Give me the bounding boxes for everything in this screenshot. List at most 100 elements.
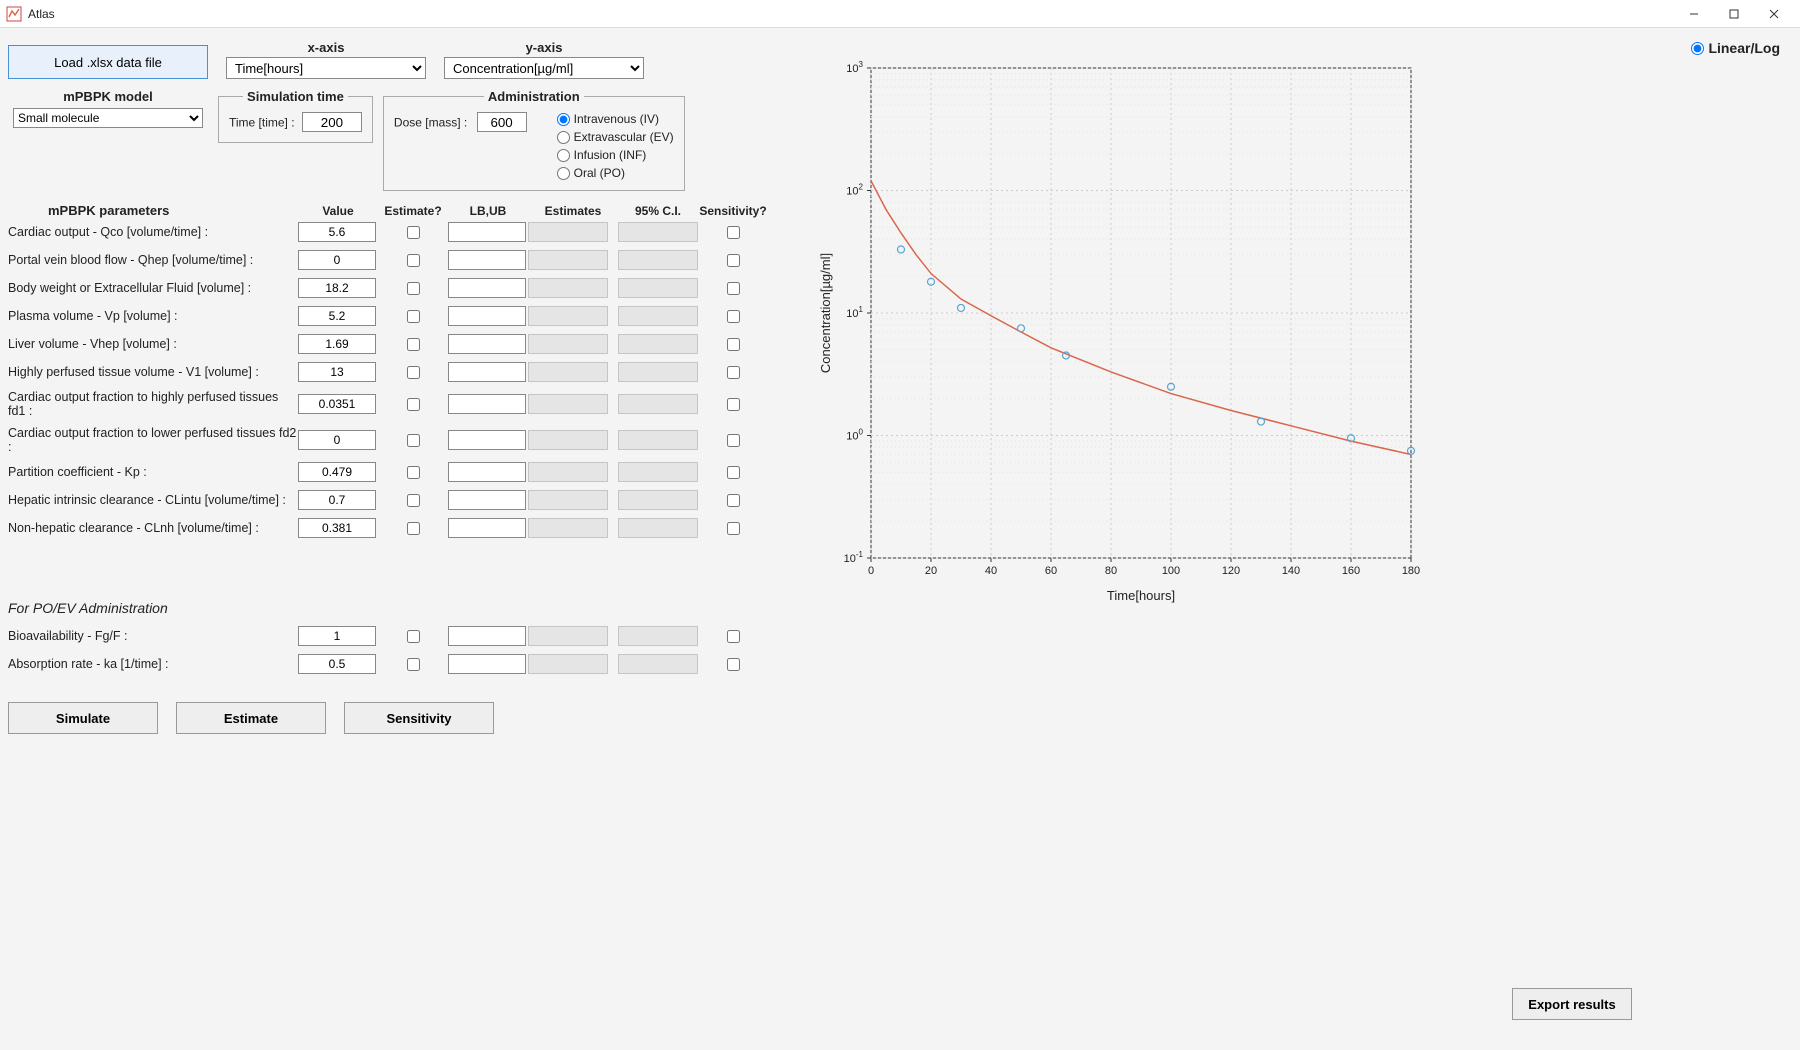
param-value-input[interactable] <box>298 250 376 270</box>
param-estimates-field <box>528 278 608 298</box>
param-sensitivity-checkbox[interactable] <box>727 466 740 479</box>
poev-sensitivity-checkbox[interactable] <box>727 630 740 643</box>
param-estimate-checkbox[interactable] <box>407 254 420 267</box>
param-estimate-checkbox[interactable] <box>407 366 420 379</box>
admin-radio-group: Intravenous (IV) Extravascular (EV) Infu… <box>557 112 674 180</box>
param-value-input[interactable] <box>298 490 376 510</box>
poev-sensitivity-checkbox[interactable] <box>727 658 740 671</box>
param-estimate-checkbox[interactable] <box>407 398 420 411</box>
param-sensitivity-checkbox[interactable] <box>727 254 740 267</box>
export-button[interactable]: Export results <box>1512 988 1632 1020</box>
simtime-legend: Simulation time <box>243 89 348 104</box>
param-sensitivity-checkbox[interactable] <box>727 282 740 295</box>
dose-input[interactable] <box>477 112 527 132</box>
xaxis-select[interactable]: Time[hours] <box>226 57 426 79</box>
param-ci-field <box>618 462 698 482</box>
app-icon <box>6 6 22 22</box>
param-lbub-input[interactable] <box>448 394 526 414</box>
param-estimates-field <box>528 490 608 510</box>
param-sensitivity-checkbox[interactable] <box>727 366 740 379</box>
param-estimate-checkbox[interactable] <box>407 522 420 535</box>
poev-lbub-input[interactable] <box>448 626 526 646</box>
param-sensitivity-checkbox[interactable] <box>727 338 740 351</box>
param-estimates-field <box>528 430 608 450</box>
param-estimate-checkbox[interactable] <box>407 310 420 323</box>
param-estimate-checkbox[interactable] <box>407 466 420 479</box>
sensitivity-button[interactable]: Sensitivity <box>344 702 494 734</box>
window-title: Atlas <box>28 7 55 21</box>
admin-radio-iv[interactable] <box>557 113 570 126</box>
param-lbub-input[interactable] <box>448 362 526 382</box>
poev-header: For PO/EV Administration <box>8 600 808 616</box>
admin-radio-po[interactable] <box>557 167 570 180</box>
param-value-input[interactable] <box>298 394 376 414</box>
param-estimates-field <box>528 306 608 326</box>
param-lbub-input[interactable] <box>448 462 526 482</box>
yaxis-select[interactable]: Concentration[µg/ml] <box>444 57 644 79</box>
param-estimates-field <box>528 222 608 242</box>
param-value-input[interactable] <box>298 222 376 242</box>
svg-text:80: 80 <box>1105 565 1117 577</box>
param-estimate-checkbox[interactable] <box>407 494 420 507</box>
svg-text:100: 100 <box>846 428 863 443</box>
param-lbub-input[interactable] <box>448 518 526 538</box>
param-value-input[interactable] <box>298 306 376 326</box>
param-sensitivity-checkbox[interactable] <box>727 494 740 507</box>
param-lbub-input[interactable] <box>448 278 526 298</box>
param-ci-field <box>618 278 698 298</box>
param-sensitivity-checkbox[interactable] <box>727 522 740 535</box>
param-label: Portal vein blood flow - Qhep [volume/ti… <box>8 253 298 267</box>
simtime-input[interactable] <box>302 112 362 132</box>
admin-radio-po-label: Oral (PO) <box>574 166 625 180</box>
param-ci-field <box>618 518 698 538</box>
param-estimate-checkbox[interactable] <box>407 434 420 447</box>
param-estimate-checkbox[interactable] <box>407 338 420 351</box>
param-value-input[interactable] <box>298 462 376 482</box>
maximize-button[interactable] <box>1714 2 1754 26</box>
poev-lbub-input[interactable] <box>448 654 526 674</box>
admin-radio-ev[interactable] <box>557 131 570 144</box>
param-row: Portal vein blood flow - Qhep [volume/ti… <box>8 250 808 270</box>
param-ci-field <box>618 306 698 326</box>
param-label: Cardiac output fraction to lower perfuse… <box>8 426 298 454</box>
admin-radio-inf[interactable] <box>557 149 570 162</box>
linlog-radio[interactable] <box>1691 42 1704 55</box>
estimate-button[interactable]: Estimate <box>176 702 326 734</box>
linlog-toggle[interactable]: Linear/Log <box>1691 40 1780 56</box>
param-value-input[interactable] <box>298 518 376 538</box>
param-estimate-checkbox[interactable] <box>407 226 420 239</box>
param-lbub-input[interactable] <box>448 222 526 242</box>
param-lbub-input[interactable] <box>448 250 526 270</box>
param-value-input[interactable] <box>298 334 376 354</box>
param-value-input[interactable] <box>298 278 376 298</box>
load-data-button[interactable]: Load .xlsx data file <box>8 45 208 79</box>
param-label: Non-hepatic clearance - CLnh [volume/tim… <box>8 521 298 535</box>
param-label: Body weight or Extracellular Fluid [volu… <box>8 281 298 295</box>
param-lbub-input[interactable] <box>448 490 526 510</box>
param-lbub-input[interactable] <box>448 430 526 450</box>
param-value-input[interactable] <box>298 430 376 450</box>
param-sensitivity-checkbox[interactable] <box>727 398 740 411</box>
svg-text:120: 120 <box>1222 565 1240 577</box>
svg-text:103: 103 <box>846 60 863 75</box>
minimize-button[interactable] <box>1674 2 1714 26</box>
param-value-input[interactable] <box>298 362 376 382</box>
param-lbub-input[interactable] <box>448 334 526 354</box>
param-row: Highly perfused tissue volume - V1 [volu… <box>8 362 808 382</box>
param-label: Plasma volume - Vp [volume] : <box>8 309 298 323</box>
param-sensitivity-checkbox[interactable] <box>727 434 740 447</box>
param-lbub-input[interactable] <box>448 306 526 326</box>
poev-estimate-checkbox[interactable] <box>407 630 420 643</box>
param-estimate-checkbox[interactable] <box>407 282 420 295</box>
simulate-button[interactable]: Simulate <box>8 702 158 734</box>
model-select[interactable]: Small molecule <box>13 108 203 128</box>
param-sensitivity-checkbox[interactable] <box>727 310 740 323</box>
poev-label: Absorption rate - ka [1/time] : <box>8 657 298 671</box>
svg-text:40: 40 <box>985 565 997 577</box>
close-button[interactable] <box>1754 2 1794 26</box>
svg-text:101: 101 <box>846 305 863 320</box>
poev-estimate-checkbox[interactable] <box>407 658 420 671</box>
poev-value-input[interactable] <box>298 654 376 674</box>
poev-value-input[interactable] <box>298 626 376 646</box>
param-sensitivity-checkbox[interactable] <box>727 226 740 239</box>
